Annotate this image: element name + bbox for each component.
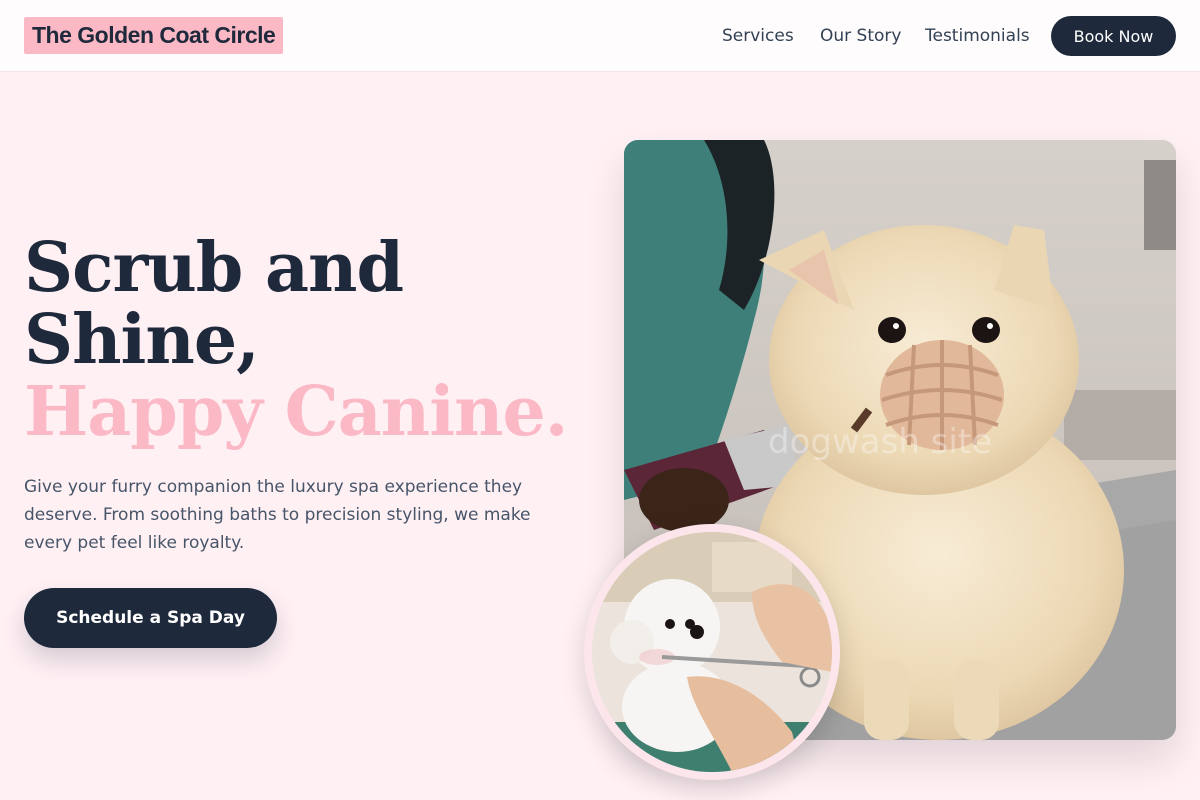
- hero-title-accent: Happy Canine.: [24, 372, 568, 452]
- site-logo[interactable]: The Golden Coat Circle: [24, 17, 284, 54]
- poodle-grooming-illustration: [592, 532, 832, 772]
- nav-link-our-story[interactable]: Our Story: [820, 25, 901, 47]
- hero-title-line-2: Shine,: [24, 300, 260, 380]
- nav-link-testimonials[interactable]: Testimonials: [925, 25, 1030, 47]
- hero-title-line-1: Scrub and: [24, 228, 404, 308]
- nav-link-services[interactable]: Services: [722, 25, 794, 47]
- hero-title: Scrub and Shine, Happy Canine.: [24, 232, 584, 448]
- site-header: The Golden Coat Circle Services Our Stor…: [0, 0, 1200, 72]
- book-now-button[interactable]: Book Now: [1051, 16, 1176, 56]
- schedule-spa-day-button[interactable]: Schedule a Spa Day: [24, 588, 277, 648]
- hero-description: Give your furry companion the luxury spa…: [24, 477, 531, 553]
- inset-photo-poodle-grooming: [584, 524, 840, 780]
